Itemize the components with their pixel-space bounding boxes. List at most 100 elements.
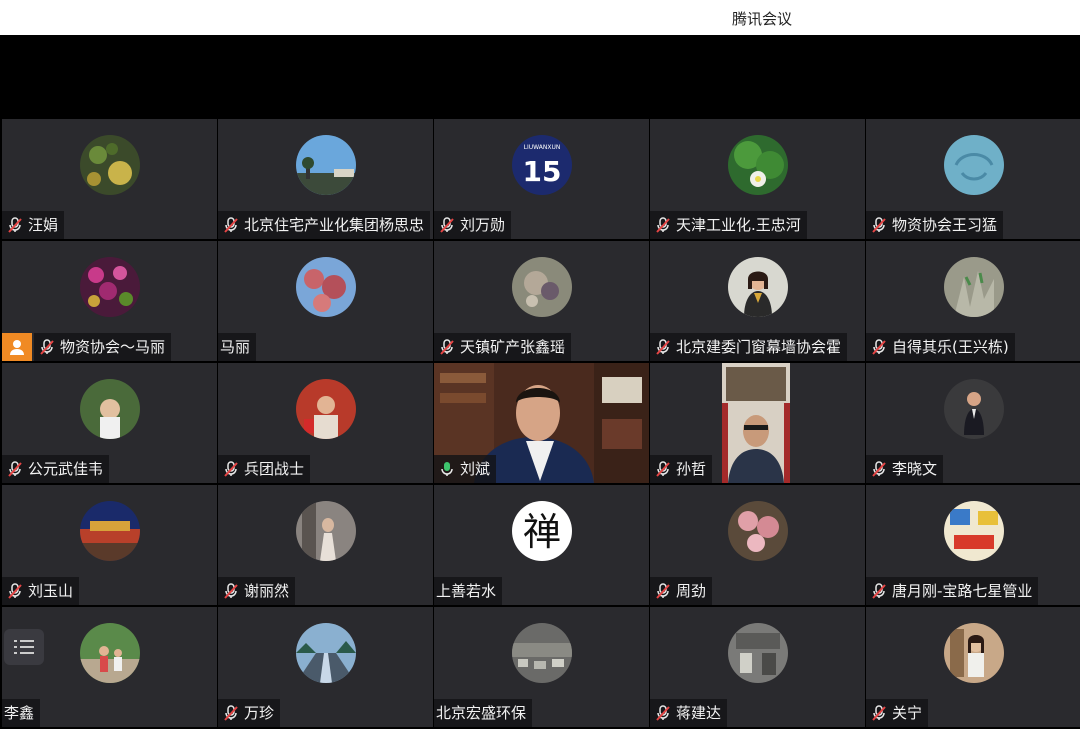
participant-tile[interactable]: 兵团战士 bbox=[218, 363, 433, 483]
avatar bbox=[728, 257, 788, 317]
name-bar: 李鑫 bbox=[2, 699, 41, 727]
name-bar: 北京宏盛环保 bbox=[434, 699, 533, 727]
name-bar: 天津工业化.王忠河 bbox=[650, 211, 807, 239]
participant-tile[interactable]: 蒋建达 bbox=[650, 607, 865, 727]
name-bar: 刘玉山 bbox=[2, 577, 80, 605]
avatar bbox=[296, 135, 356, 195]
jersey-name-text: LIUWANXUN bbox=[524, 144, 561, 151]
participant-tile[interactable]: 物资协会～马丽 bbox=[2, 241, 217, 361]
participant-tile[interactable]: 禅 上善若水 bbox=[434, 485, 649, 605]
participant-name: 万珍 bbox=[244, 704, 275, 722]
avatar bbox=[944, 135, 1004, 195]
avatar bbox=[944, 623, 1004, 683]
app-title: 腾讯会议 bbox=[732, 10, 793, 28]
mic-muted-icon[interactable] bbox=[6, 216, 24, 234]
menu-button[interactable] bbox=[4, 629, 44, 665]
participant-name: 唐月刚-宝路七星管业 bbox=[892, 582, 1033, 600]
person-icon bbox=[10, 340, 24, 355]
name-bar: 万珍 bbox=[218, 699, 281, 727]
mic-muted-icon[interactable] bbox=[870, 460, 888, 478]
avatar bbox=[944, 501, 1004, 561]
mic-muted-icon[interactable] bbox=[654, 216, 672, 234]
avatar bbox=[80, 135, 140, 195]
mic-muted-icon[interactable] bbox=[222, 216, 240, 234]
participant-tile[interactable]: 关宁 bbox=[866, 607, 1080, 727]
avatar bbox=[296, 623, 356, 683]
participant-tile[interactable]: 马丽 bbox=[218, 241, 433, 361]
mic-muted-icon[interactable] bbox=[222, 582, 240, 600]
mic-muted-icon[interactable] bbox=[222, 704, 240, 722]
mic-muted-icon[interactable] bbox=[870, 582, 888, 600]
participant-tile[interactable]: 天镇矿产张鑫瑶 bbox=[434, 241, 649, 361]
name-bar: 孙哲 bbox=[650, 455, 713, 483]
avatar bbox=[944, 257, 1004, 317]
mic-muted-icon[interactable] bbox=[870, 338, 888, 356]
name-bar: 物资协会王习猛 bbox=[866, 211, 1004, 239]
participant-tile[interactable]: LIUWANXUN 15 刘万勋 bbox=[434, 119, 649, 239]
name-bar: 关宁 bbox=[866, 699, 929, 727]
participant-name: 刘斌 bbox=[460, 460, 491, 478]
participant-tile[interactable]: 天津工业化.王忠河 bbox=[650, 119, 865, 239]
participant-name: 北京建委门窗幕墙协会霍 bbox=[676, 338, 842, 356]
participant-tile[interactable]: 北京宏盛环保 bbox=[434, 607, 649, 727]
participant-name: 物资协会～马丽 bbox=[60, 338, 166, 356]
participant-tile[interactable]: 谢丽然 bbox=[218, 485, 433, 605]
participant-name: 李晓文 bbox=[892, 460, 938, 478]
calligraphy-text: 禅 bbox=[523, 510, 561, 554]
mic-active-icon[interactable] bbox=[438, 460, 456, 478]
name-bar: 周劲 bbox=[650, 577, 713, 605]
avatar bbox=[80, 623, 140, 683]
avatar bbox=[296, 257, 356, 317]
mic-muted-icon[interactable] bbox=[222, 460, 240, 478]
mic-muted-icon[interactable] bbox=[870, 704, 888, 722]
mic-muted-icon[interactable] bbox=[6, 582, 24, 600]
avatar bbox=[512, 623, 572, 683]
mic-muted-icon[interactable] bbox=[438, 338, 456, 356]
participant-tile[interactable]: 万珍 bbox=[218, 607, 433, 727]
participant-tile[interactable]: 北京建委门窗幕墙协会霍 bbox=[650, 241, 865, 361]
participant-tile[interactable]: 周劲 bbox=[650, 485, 865, 605]
participant-tile[interactable]: 汪娟 bbox=[2, 119, 217, 239]
participant-name: 天津工业化.王忠河 bbox=[676, 216, 801, 234]
name-bar: 唐月刚-宝路七星管业 bbox=[866, 577, 1039, 605]
mic-muted-icon[interactable] bbox=[38, 338, 56, 356]
participant-tile[interactable]: 李鑫 bbox=[2, 607, 217, 727]
avatar bbox=[512, 257, 572, 317]
participant-tile-video[interactable]: 刘斌 bbox=[434, 363, 649, 483]
mic-muted-icon[interactable] bbox=[6, 460, 24, 478]
mic-muted-icon[interactable] bbox=[654, 582, 672, 600]
mic-muted-icon[interactable] bbox=[654, 460, 672, 478]
participant-tile[interactable]: 刘玉山 bbox=[2, 485, 217, 605]
avatar bbox=[80, 257, 140, 317]
participant-name: 天镇矿产张鑫瑶 bbox=[460, 338, 566, 356]
list-menu-icon bbox=[14, 640, 34, 654]
participant-tile[interactable]: 公元武佳韦 bbox=[2, 363, 217, 483]
participant-name: 关宁 bbox=[892, 704, 923, 722]
participant-name: 李鑫 bbox=[4, 704, 35, 722]
participant-tile[interactable]: 李晓文 bbox=[866, 363, 1080, 483]
participant-name: 刘万勋 bbox=[460, 216, 506, 234]
participant-tile[interactable]: 北京住宅产业化集团杨思忠 bbox=[218, 119, 433, 239]
participant-name: 上善若水 bbox=[436, 582, 497, 600]
participant-name: 公元武佳韦 bbox=[28, 460, 104, 478]
host-badge bbox=[2, 333, 32, 361]
mic-muted-icon[interactable] bbox=[654, 704, 672, 722]
participant-tile[interactable]: 物资协会王习猛 bbox=[866, 119, 1080, 239]
mic-muted-icon[interactable] bbox=[438, 216, 456, 234]
participant-tile-video[interactable]: 孙哲 bbox=[650, 363, 865, 483]
avatar bbox=[944, 379, 1004, 439]
participant-tile[interactable]: 自得其乐(王兴栋) bbox=[866, 241, 1080, 361]
participant-name: 刘玉山 bbox=[28, 582, 74, 600]
name-bar: 刘斌 bbox=[434, 455, 497, 483]
participant-name: 汪娟 bbox=[28, 216, 59, 234]
name-bar: 谢丽然 bbox=[218, 577, 296, 605]
name-bar: 公元武佳韦 bbox=[2, 455, 110, 483]
avatar bbox=[296, 501, 356, 561]
participant-name: 孙哲 bbox=[676, 460, 707, 478]
participant-tile[interactable]: 唐月刚-宝路七星管业 bbox=[866, 485, 1080, 605]
avatar: LIUWANXUN 15 bbox=[512, 135, 572, 195]
avatar bbox=[80, 379, 140, 439]
mic-muted-icon[interactable] bbox=[654, 338, 672, 356]
avatar: 禅 bbox=[512, 501, 572, 561]
mic-muted-icon[interactable] bbox=[870, 216, 888, 234]
